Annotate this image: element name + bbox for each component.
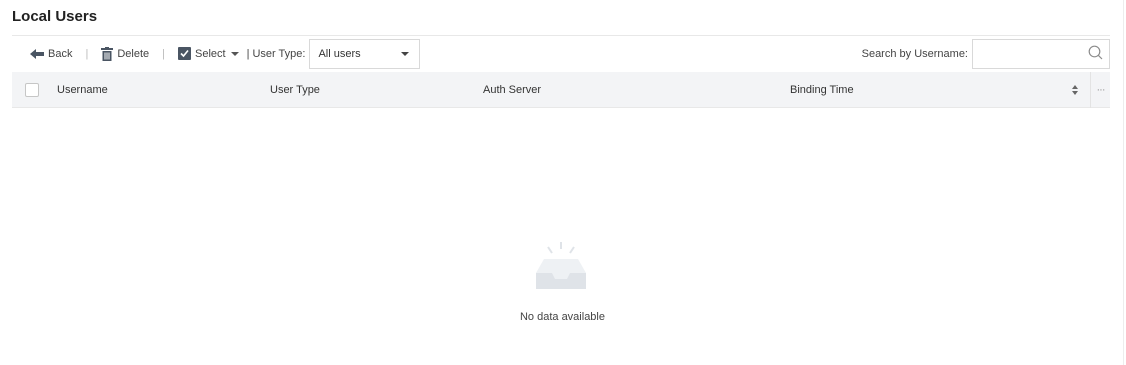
search-box [972,38,1110,69]
search-icon[interactable] [1088,45,1103,63]
toolbar-separator: | [162,47,165,60]
user-type-select[interactable]: All users [309,38,421,69]
chevron-down-icon [230,51,239,56]
user-type-select-value: All users [318,47,361,60]
search-label: Search by Username: [861,47,968,60]
table-header: Username User Type Auth Server Binding T… [12,72,1110,108]
checked-box-icon [177,47,191,60]
select-dropdown-button[interactable]: Select [177,36,239,71]
toolbar-separator: | [85,47,89,60]
sort-icon[interactable] [1071,83,1079,97]
back-label: Back [48,47,73,60]
search-area: Search by Username: [861,38,1110,69]
trash-icon [101,46,114,61]
column-header-username[interactable]: Username [57,72,108,108]
delete-label: Delete [117,47,150,60]
divider [1123,0,1124,365]
back-arrow-icon [30,48,44,59]
search-input[interactable] [973,39,1088,68]
back-button[interactable]: Back [30,36,72,71]
page-title: Local Users [12,8,98,25]
column-header-user-type[interactable]: User Type [270,72,320,108]
chevron-down-icon [401,51,410,56]
more-icon[interactable]: ··· [1090,72,1110,108]
select-all-checkbox[interactable] [25,82,39,97]
column-header-auth-server[interactable]: Auth Server [483,72,541,108]
empty-inbox-icon [534,241,590,294]
user-type-filter-label: | User Type: [246,47,306,60]
column-header-binding-time[interactable]: Binding Time [790,72,854,108]
select-label: Select [194,47,226,60]
delete-button[interactable]: Delete [101,36,149,71]
toolbar: Back | Delete | Select | User Type: All … [12,35,1110,71]
empty-state-text: No data available [519,311,605,323]
